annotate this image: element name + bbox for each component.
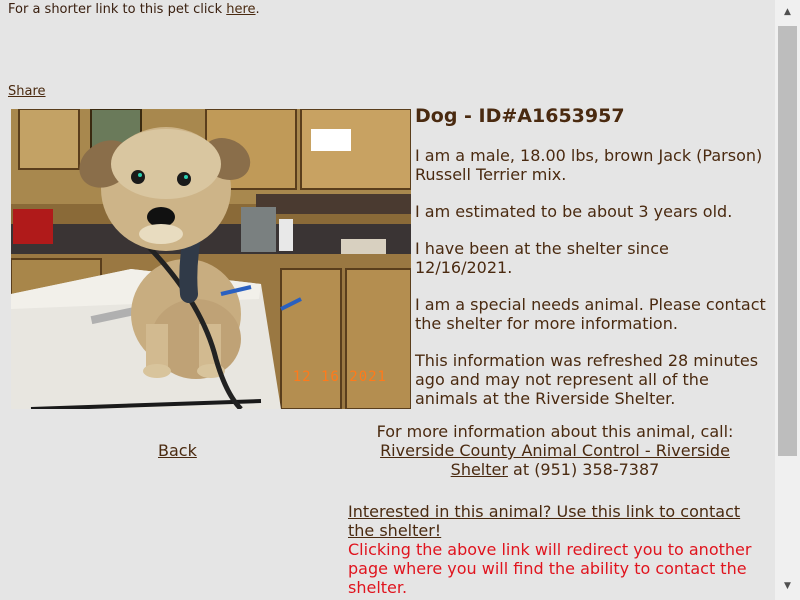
pet-special-needs: I am a special needs animal. Please cont… [415, 295, 766, 333]
refresh-note: This information was refreshed 28 minute… [415, 351, 759, 408]
pet-info: Dog - ID#A1653957 I am a male, 18.00 lbs… [415, 104, 767, 426]
back-link[interactable]: Back [158, 441, 197, 460]
contact-info: For more information about this animal, … [360, 422, 750, 479]
contact-intro: For more information about this animal, … [376, 422, 734, 441]
pet-photo-illustration [11, 109, 411, 409]
short-link-here[interactable]: here [226, 2, 255, 17]
pet-age: I am estimated to be about 3 years old. [415, 202, 733, 221]
triangle-up-icon: ▲ [784, 7, 791, 17]
pet-shelter-since: I have been at the shelter since 12/16/2… [415, 239, 669, 277]
interest-section: Interested in this animal? Use this link… [348, 502, 758, 597]
contact-line: Riverside County Animal Control - Rivers… [360, 441, 750, 479]
scroll-thumb[interactable] [778, 26, 797, 456]
pet-description: I am a male, 18.00 lbs, brown Jack (Pars… [415, 146, 763, 184]
share-link[interactable]: Share [8, 84, 46, 99]
page-content: For a shorter link to this pet click her… [0, 0, 775, 600]
vertical-scrollbar[interactable]: ▲ ▼ [775, 0, 800, 600]
contact-shelter-link[interactable]: Interested in this animal? Use this link… [348, 502, 740, 540]
pet-title: Dog - ID#A1653957 [415, 105, 625, 127]
short-link-text: For a shorter link to this pet click [8, 2, 227, 17]
photo-date-stamp: 12 16 2021 [292, 369, 387, 385]
pet-photo: 12 16 2021 [11, 109, 411, 409]
short-link-period: . [255, 2, 260, 17]
short-link-line: For a shorter link to this pet click her… [8, 2, 260, 17]
shelter-phone: at (951) 358-7387 [507, 460, 660, 479]
scroll-down-button[interactable]: ▼ [775, 576, 800, 596]
triangle-down-icon: ▼ [784, 581, 791, 591]
redirect-warning: Clicking the above link will redirect yo… [348, 540, 752, 597]
scroll-up-button[interactable]: ▲ [775, 2, 800, 22]
